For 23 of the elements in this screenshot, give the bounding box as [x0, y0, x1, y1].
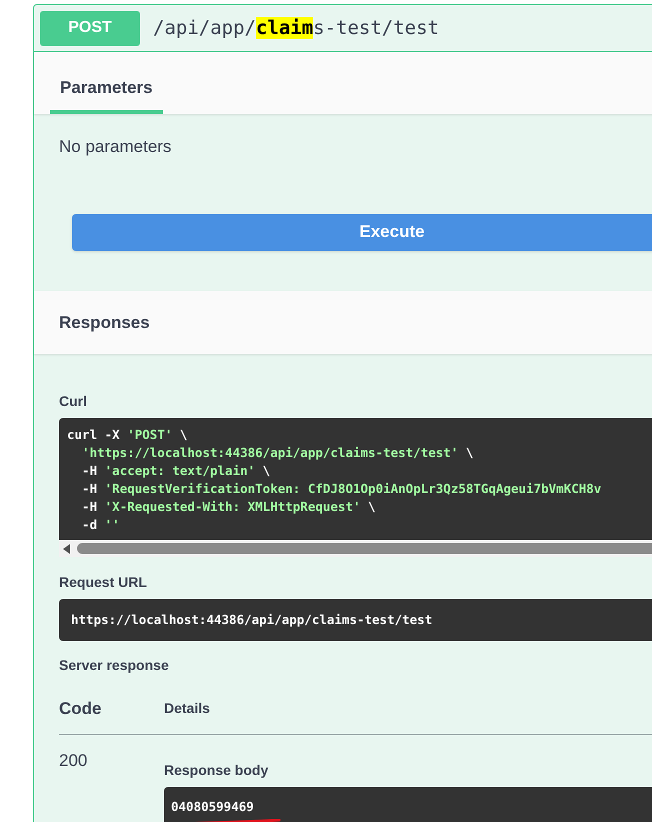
curl-code-line: -H 'accept: text/plain' \: [81, 462, 272, 480]
response-body-value: 04080599469: [171, 798, 254, 814]
parameters-tab[interactable]: Parameters: [50, 66, 163, 114]
response-body-label: Response body: [164, 760, 270, 780]
curl-code-line: -H 'RequestVerificationToken: CfDJ8O1Op0iAnOpLr3Qz58TGqAgeui7bVmKCH8v: [81, 480, 602, 498]
curl-code-line: -d '': [81, 516, 121, 534]
request-url-value: https://localhost:44386/api/app/claims-test/test: [71, 610, 432, 629]
responses-heading: Responses: [59, 312, 150, 334]
curl-label: Curl: [59, 392, 88, 411]
server-response-label: Server response: [59, 656, 170, 675]
curl-code-line: 'https://localhost:44386/api/app/claims-test/test' \: [81, 444, 474, 462]
curl-code-line: curl -X 'POST' \: [67, 426, 188, 444]
request-url-label: Request URL: [59, 573, 148, 592]
no-parameters-text: No parameters: [59, 136, 172, 158]
scrollbar-thumb[interactable]: [77, 543, 652, 554]
curl-code-line: -H 'X-Requested-With: XMLHttpRequest' \: [81, 498, 377, 516]
column-header: Code: [59, 698, 102, 720]
method-badge: POST: [40, 10, 140, 46]
scroll-left-icon[interactable]: [63, 544, 71, 554]
response-code: 200: [59, 750, 88, 772]
horizontal-scrollbar[interactable]: [59, 540, 652, 557]
endpoint-path: /api/app/claims-test/test: [153, 16, 439, 41]
column-header: Details: [164, 699, 210, 718]
